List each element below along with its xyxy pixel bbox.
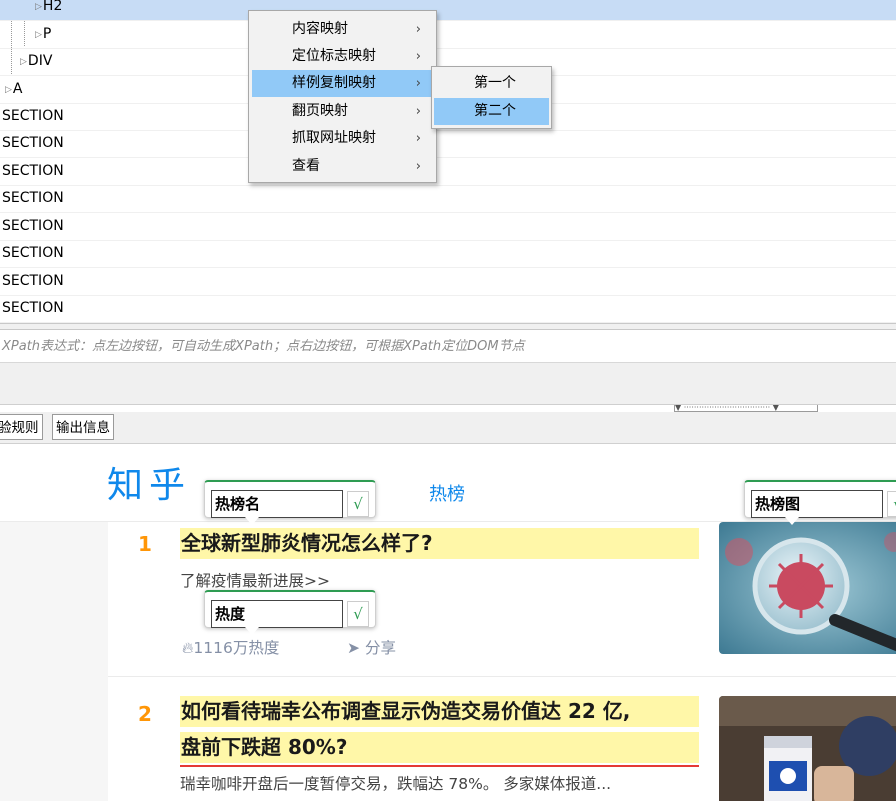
hot-item-excerpt[interactable]: 了解疫情最新进展>> <box>180 569 330 591</box>
hot-item-excerpt[interactable]: 瑞幸咖啡开盘后一度暂停交易，跌幅达 78%。 多家媒体报道... <box>180 772 611 794</box>
hot-list-card: 1 全球新型肺炎情况怎么样了? 了解疫情最新进展>> 🔥︎1116万热度 ➤ 分… <box>108 522 896 801</box>
expand-triangle-icon[interactable]: ▷ <box>35 22 42 49</box>
tab-strip: 验规则 输出信息 <box>0 412 896 444</box>
tab-output-info[interactable]: 输出信息 <box>52 414 114 440</box>
field-label-bubble[interactable]: 热度 √ <box>204 590 376 635</box>
tree-node-label: SECTION <box>2 218 64 234</box>
tree-node-label: SECTION <box>2 163 64 179</box>
submenu-item-second[interactable]: 第二个 <box>434 98 549 125</box>
selection-underline <box>180 765 699 767</box>
tree-node-section[interactable]: SECTION <box>0 295 896 323</box>
chevron-right-icon: › <box>415 76 421 91</box>
tree-node-section[interactable]: SECTION <box>0 268 896 296</box>
bubble-pointer <box>785 517 799 525</box>
menu-item-paging-mapping[interactable]: 翻页映射 › <box>252 98 433 125</box>
xpath-input[interactable]: XPath表达式：点左边按钮，可自动生成XPath；点右边按钮，可根据XPath… <box>0 330 896 363</box>
tree-node-label: A <box>12 81 23 97</box>
hot-item-title[interactable]: 如何看待瑞幸公布调查显示伪造交易价值达 22 亿, <box>180 696 699 727</box>
chevron-right-icon: › <box>415 22 421 37</box>
menu-item-label: 抓取网址映射 <box>292 130 376 146</box>
hot-item-title[interactable]: 全球新型肺炎情况怎么样了? <box>180 528 699 559</box>
web-preview[interactable]: 知乎 热榜 1 全球新型肺炎情况怎么样了? 了解疫情最新进展>> 🔥︎1116万… <box>0 444 896 801</box>
tree-node-p[interactable]: ▷P <box>0 21 896 49</box>
tab-validation-rules[interactable]: 验规则 <box>0 414 43 440</box>
tree-node-section[interactable]: SECTION <box>0 185 896 213</box>
expand-triangle-icon[interactable]: ▷ <box>20 49 27 76</box>
submenu: 第一个 第二个 <box>431 66 552 129</box>
menu-item-label: 翻页映射 <box>292 103 348 119</box>
hot-rank-2: 2 <box>138 702 152 726</box>
menu-item-label: 内容映射 <box>292 21 348 37</box>
bubble-pointer <box>245 517 259 525</box>
chevron-right-icon: › <box>415 49 421 64</box>
share-button[interactable]: ➤ 分享 <box>347 636 396 658</box>
nav-hot-list-link[interactable]: 热榜 <box>429 480 465 506</box>
tree-node-label: SECTION <box>2 273 64 289</box>
menu-item-sample-copy-mapping[interactable]: 样例复制映射 › <box>252 70 433 97</box>
tree-node-label: SECTION <box>2 245 64 261</box>
menu-item-locator-mapping[interactable]: 定位标志映射 › <box>252 43 433 70</box>
hot-rank-1: 1 <box>138 532 152 556</box>
tree-node-label: SECTION <box>2 135 64 151</box>
share-label: 分享 <box>364 639 396 657</box>
flame-icon: 🔥︎ <box>182 639 194 657</box>
tree-node-label: DIV <box>27 53 53 69</box>
hot-item-title-line2[interactable]: 盘前下跌超 80%? <box>180 732 699 763</box>
expand-triangle-icon[interactable]: ▷ <box>5 77 12 104</box>
confirm-check-button[interactable]: √ <box>347 491 369 517</box>
hot-item-thumbnail-coffee[interactable] <box>719 696 896 801</box>
hot-item-thumbnail-virus[interactable] <box>719 522 896 654</box>
heat-suffix: 万热度 <box>232 639 280 657</box>
menu-item-label: 样例复制映射 <box>292 75 376 91</box>
submenu-item-first[interactable]: 第一个 <box>434 70 549 97</box>
field-name-input[interactable]: 热榜名 <box>211 490 343 518</box>
bubble-pointer <box>245 627 259 635</box>
field-name-input[interactable]: 热度 <box>211 600 343 628</box>
tree-node-h2[interactable]: ▷H2 <box>0 0 896 21</box>
tree-node-label: P <box>42 26 52 42</box>
confirm-check-button[interactable]: √ <box>347 601 369 627</box>
horizontal-splitter[interactable] <box>0 323 896 330</box>
field-label-bubble[interactable]: 热榜图 √ <box>744 480 896 525</box>
expand-triangle-icon[interactable]: ▷ <box>35 0 42 21</box>
menu-item-label: 查看 <box>292 158 320 174</box>
menu-item-label: 定位标志映射 <box>292 48 376 64</box>
tree-node-label: H2 <box>42 0 63 14</box>
field-name-input[interactable]: 热榜图 <box>751 490 883 518</box>
menu-item-url-mapping[interactable]: 抓取网址映射 › <box>252 125 433 152</box>
share-arrow-icon: ➤ <box>347 639 360 657</box>
dom-tree[interactable]: ▷H2 ▷P ▷DIV ▷A SECTION SECTION SECTION S… <box>0 0 896 323</box>
tree-node-section[interactable]: SECTION <box>0 158 896 186</box>
zhihu-logo[interactable]: 知乎 <box>107 464 191 508</box>
context-menu: 内容映射 › 定位标志映射 › 样例复制映射 › 翻页映射 › 抓取网址映射 › 查看 › <box>248 10 437 183</box>
field-label-bubble[interactable]: 热榜名 √ <box>204 480 376 525</box>
menu-item-view[interactable]: 查看 › <box>252 153 433 180</box>
toolbar-area <box>0 363 896 405</box>
tree-node-section[interactable]: SECTION <box>0 213 896 241</box>
chevron-right-icon: › <box>415 131 421 146</box>
tree-node-label: SECTION <box>2 190 64 206</box>
collapse-handle[interactable]: ▼ ·································· ▼ <box>674 405 818 412</box>
tree-node-section[interactable]: SECTION <box>0 240 896 268</box>
hot-item-heat: 🔥︎1116万热度 <box>182 636 279 658</box>
heat-value: 1116 <box>193 639 233 657</box>
chevron-right-icon: › <box>415 104 421 119</box>
tree-node-label: SECTION <box>2 300 64 316</box>
tree-node-label: SECTION <box>2 108 64 124</box>
tree-node-section[interactable]: SECTION <box>0 130 896 158</box>
app-window: ▷H2 ▷P ▷DIV ▷A SECTION SECTION SECTION S… <box>0 0 896 801</box>
row-divider <box>108 676 896 677</box>
chevron-right-icon: › <box>415 159 421 174</box>
confirm-check-button[interactable]: √ <box>887 491 896 517</box>
menu-item-content-mapping[interactable]: 内容映射 › <box>252 16 433 43</box>
